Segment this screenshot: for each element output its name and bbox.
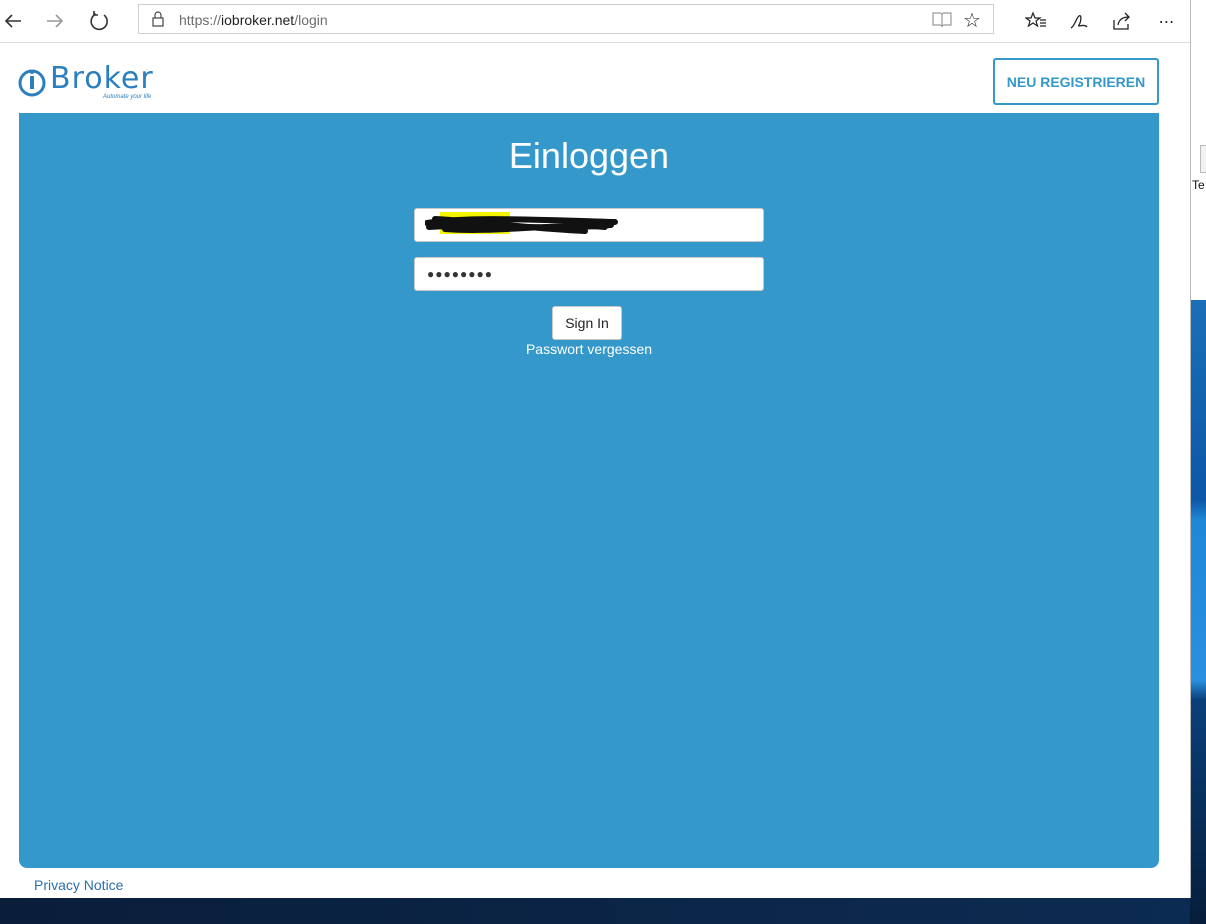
refresh-icon[interactable] [84, 6, 114, 36]
logo-text: Broker [50, 61, 154, 96]
favorites-list-icon[interactable] [1020, 6, 1052, 36]
register-button[interactable]: NEU REGISTRIEREN [993, 58, 1159, 105]
desktop-file-icon[interactable] [1200, 145, 1206, 173]
forward-arrow-icon[interactable] [40, 6, 70, 36]
back-arrow-icon[interactable] [0, 6, 28, 36]
browser-toolbar: https://iobroker.net/login ☆ ⋯ [0, 0, 1190, 43]
sign-in-button[interactable]: Sign In [552, 306, 622, 340]
username-field[interactable] [414, 208, 764, 242]
password-field[interactable]: ●●●●●●●● [414, 257, 764, 291]
favorite-star-icon[interactable]: ☆ [963, 8, 981, 32]
reading-view-icon[interactable] [931, 11, 953, 34]
pen-notes-icon[interactable] [1063, 6, 1095, 36]
page-title: Einloggen [508, 135, 670, 176]
forgot-password-link[interactable]: Passwort vergessen [19, 341, 1159, 357]
logo-tagline: Automate your life [103, 94, 152, 100]
login-page: Broker Automate your life NEU REGISTRIER… [0, 43, 1190, 898]
lock-icon [151, 11, 165, 32]
privacy-notice-link[interactable]: Privacy Notice [34, 877, 123, 893]
share-icon[interactable] [1106, 6, 1138, 36]
power-logo-icon [18, 69, 46, 97]
redaction-scribble [425, 212, 618, 234]
iobroker-logo: Broker Automate your life [18, 61, 153, 102]
browser-window: https://iobroker.net/login ☆ ⋯ Broker Au… [0, 0, 1191, 898]
desktop-icon-label: Te [1192, 178, 1205, 192]
desktop-background [1190, 0, 1206, 924]
desktop-area [0, 898, 1190, 924]
url-text: https://iobroker.net/login [179, 12, 328, 28]
address-bar[interactable]: https://iobroker.net/login ☆ [138, 4, 994, 34]
login-panel: Einloggen ●●●●●●●● Sign In Passwort verg… [19, 113, 1159, 868]
more-options-icon[interactable]: ⋯ [1151, 6, 1183, 36]
